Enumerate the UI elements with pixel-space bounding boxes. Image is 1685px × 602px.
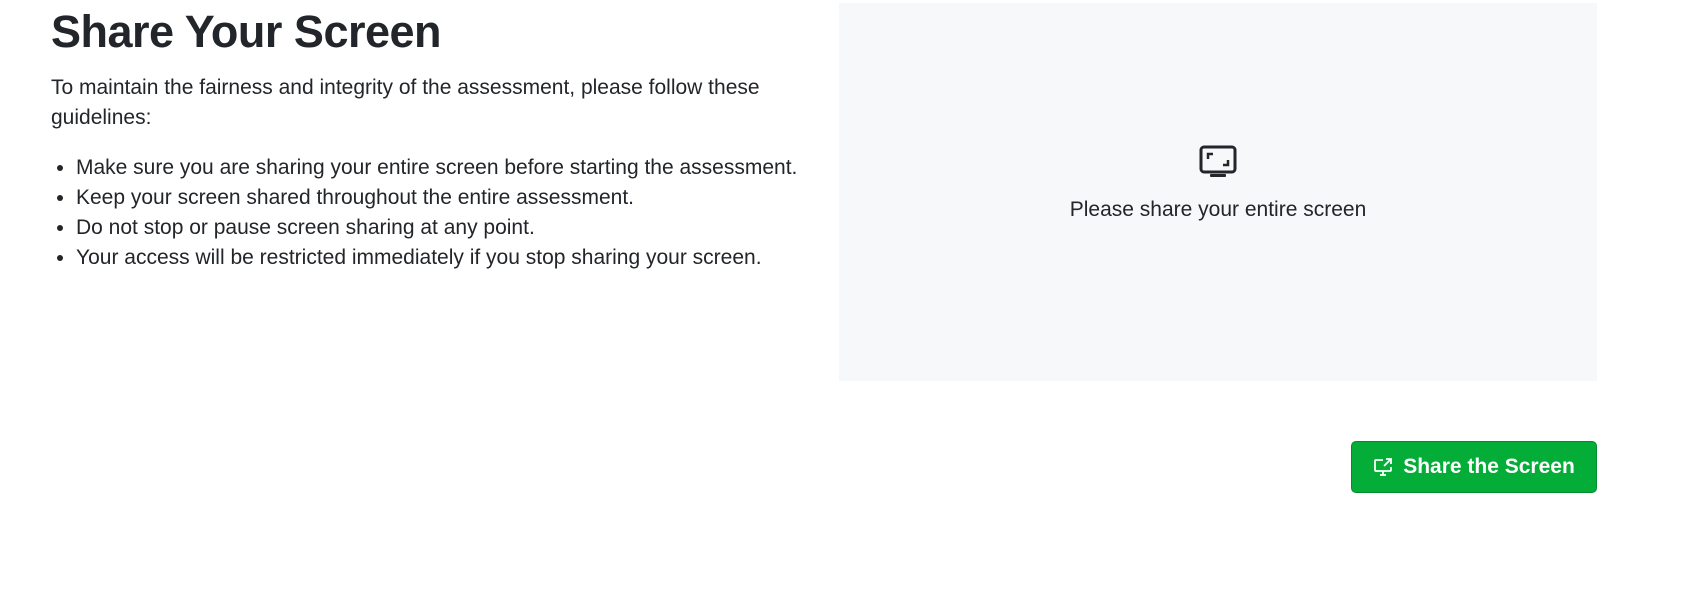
screen-share-icon: [1373, 457, 1393, 477]
intro-text: To maintain the fairness and integrity o…: [51, 76, 760, 129]
preview-message: Please share your entire screen: [1069, 198, 1367, 221]
guidelines-list: Make sure you are sharing your entire sc…: [51, 153, 801, 273]
screen-preview-panel: Please share your entire screen: [839, 3, 1597, 381]
page-title: Share Your Screen: [51, 6, 442, 57]
guideline-item: Keep your screen shared throughout the e…: [76, 183, 801, 213]
share-screen-label: Share the Screen: [1403, 455, 1575, 478]
fullscreen-monitor-icon: [1199, 145, 1237, 181]
guideline-item: Your access will be restricted immediate…: [76, 243, 801, 273]
guideline-item: Do not stop or pause screen sharing at a…: [76, 213, 801, 243]
guideline-item: Make sure you are sharing your entire sc…: [76, 153, 801, 183]
share-screen-button[interactable]: Share the Screen: [1351, 441, 1597, 493]
